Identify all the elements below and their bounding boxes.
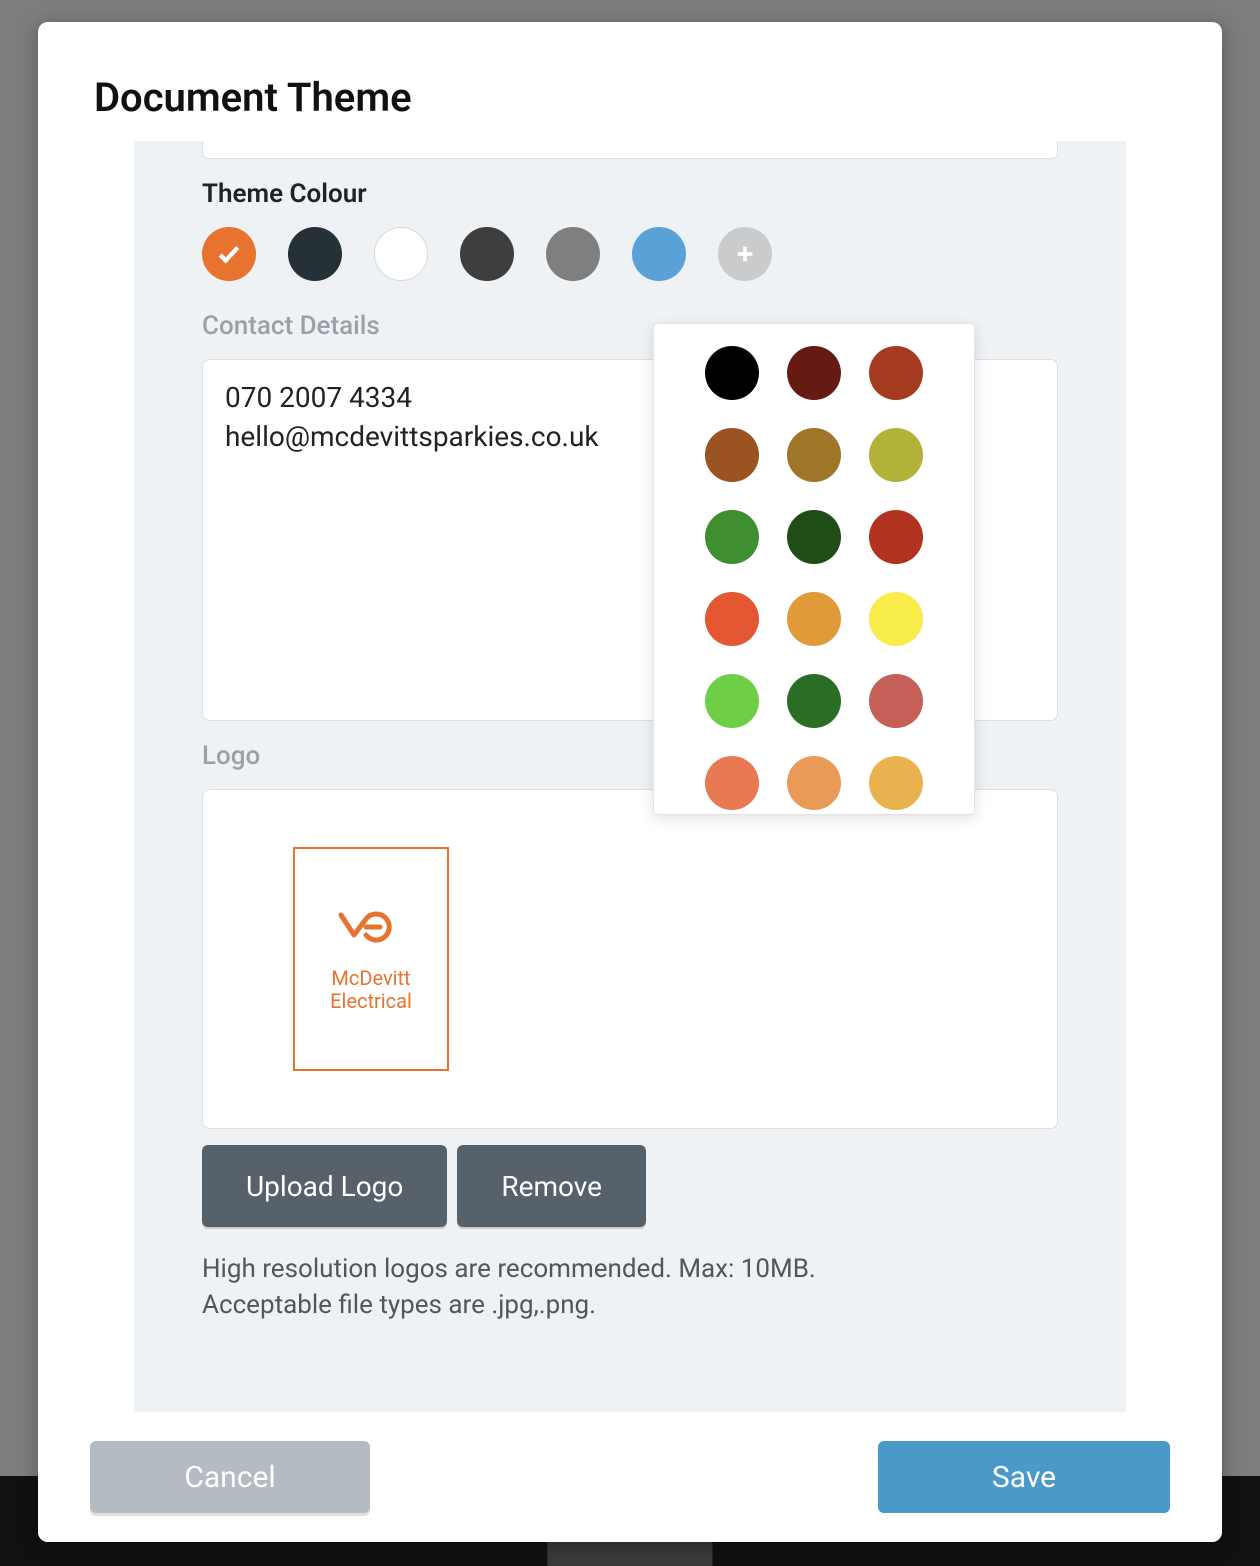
document-theme-modal: Document Theme Theme Colour Contact Deta… xyxy=(38,22,1222,1542)
modal-title: Document Theme xyxy=(94,74,1166,121)
palette-swatch-11[interactable] xyxy=(869,592,923,646)
palette-swatch-17[interactable] xyxy=(869,756,923,810)
logo-hint: High resolution logos are recommended. M… xyxy=(202,1251,1058,1324)
theme-swatch-4[interactable] xyxy=(546,227,600,281)
palette-swatch-14[interactable] xyxy=(869,674,923,728)
palette-swatch-16[interactable] xyxy=(787,756,841,810)
theme-colour-swatches xyxy=(202,227,1058,281)
theme-swatch-1[interactable] xyxy=(288,227,342,281)
palette-swatch-13[interactable] xyxy=(787,674,841,728)
logo-company-name: McDevitt Electrical xyxy=(330,967,412,1013)
palette-swatch-2[interactable] xyxy=(869,346,923,400)
theme-swatch-3[interactable] xyxy=(460,227,514,281)
palette-swatch-15[interactable] xyxy=(705,756,759,810)
upload-logo-button[interactable]: Upload Logo xyxy=(202,1145,447,1227)
modal-body: Theme Colour Contact Details 070 2007 43… xyxy=(134,141,1126,1412)
palette-swatch-12[interactable] xyxy=(705,674,759,728)
theme-colour-label: Theme Colour xyxy=(202,179,1058,209)
palette-swatch-1[interactable] xyxy=(787,346,841,400)
plus-icon xyxy=(734,243,756,265)
check-icon xyxy=(216,241,242,267)
logo-mark-icon xyxy=(336,905,406,949)
add-colour-button[interactable] xyxy=(718,227,772,281)
logo-preview-box: McDevitt Electrical xyxy=(202,789,1058,1129)
theme-swatch-2[interactable] xyxy=(374,227,428,281)
palette-swatch-6[interactable] xyxy=(705,510,759,564)
palette-swatch-7[interactable] xyxy=(787,510,841,564)
logo-button-row: Upload Logo Remove xyxy=(202,1145,1058,1227)
palette-swatch-10[interactable] xyxy=(787,592,841,646)
palette-swatch-4[interactable] xyxy=(787,428,841,482)
theme-swatch-5[interactable] xyxy=(632,227,686,281)
logo-image: McDevitt Electrical xyxy=(293,847,449,1071)
palette-swatch-8[interactable] xyxy=(869,510,923,564)
logo-hint-line-1: High resolution logos are recommended. M… xyxy=(202,1251,1058,1287)
save-button[interactable]: Save xyxy=(878,1441,1170,1513)
palette-swatch-5[interactable] xyxy=(869,428,923,482)
color-picker-grid xyxy=(676,346,952,810)
modal-header: Document Theme xyxy=(38,22,1222,141)
modal-footer: Cancel Save xyxy=(38,1412,1222,1542)
theme-swatch-0[interactable] xyxy=(202,227,256,281)
color-picker-popover xyxy=(653,323,975,815)
logo-hint-line-2: Acceptable file types are .jpg,.png. xyxy=(202,1287,1058,1323)
previous-field-edge xyxy=(202,141,1058,159)
palette-swatch-9[interactable] xyxy=(705,592,759,646)
palette-swatch-3[interactable] xyxy=(705,428,759,482)
palette-swatch-0[interactable] xyxy=(705,346,759,400)
remove-logo-button[interactable]: Remove xyxy=(457,1145,646,1227)
cancel-button[interactable]: Cancel xyxy=(90,1441,370,1513)
